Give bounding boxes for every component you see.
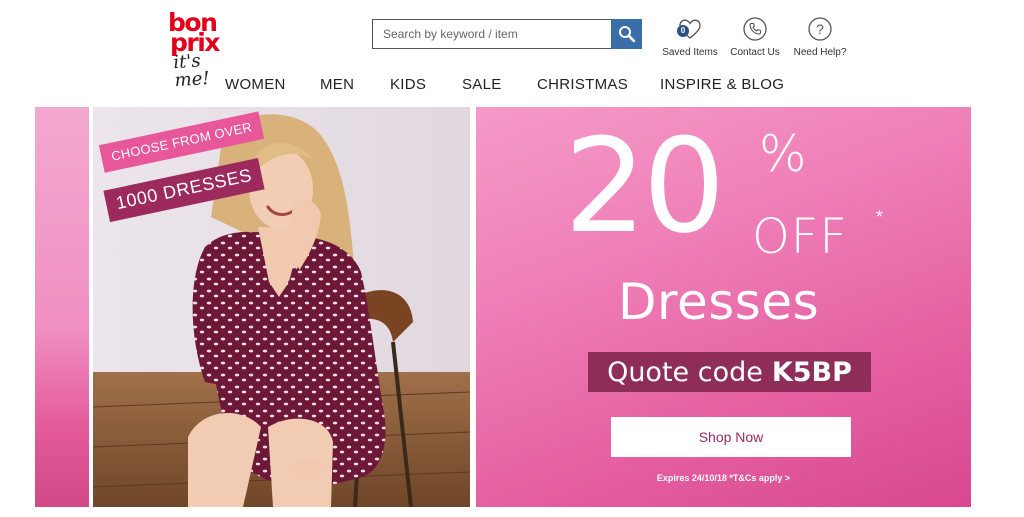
shop-now-button[interactable]: Shop Now	[611, 417, 851, 457]
model-illustration	[93, 107, 470, 507]
nav-women[interactable]: WOMEN	[225, 76, 286, 93]
quote-code-box: Quote code K5BP	[588, 352, 871, 392]
need-help-label: Need Help?	[793, 47, 847, 58]
search-icon	[618, 26, 635, 43]
nav-sale[interactable]: SALE	[462, 76, 502, 93]
discount-number: 20	[564, 110, 725, 262]
hero-banner[interactable]: CHOOSE FROM OVER 1000 DRESSES 20 % OFF *…	[35, 107, 971, 507]
phone-icon	[742, 16, 768, 42]
nav-men[interactable]: MEN	[320, 76, 354, 93]
need-help-link[interactable]: ? Need Help?	[788, 16, 852, 58]
quote-code-value: K5BP	[771, 356, 852, 388]
banner-side-strip	[35, 107, 89, 507]
quote-code-prefix: Quote code	[607, 356, 763, 388]
main-nav: WOMEN MEN KIDS SALE CHRISTMAS INSPIRE & …	[0, 76, 1024, 98]
discount-percent-sign: %	[759, 125, 807, 183]
nav-christmas[interactable]: CHRISTMAS	[537, 76, 628, 93]
search-bar	[372, 19, 642, 49]
saved-items-label: Saved Items	[662, 47, 718, 58]
svg-text:?: ?	[816, 21, 824, 37]
bonprix-logo[interactable]: bon prix it's me!	[160, 10, 240, 91]
terms-link[interactable]: Expires 24/10/18 *T&Cs apply >	[476, 473, 971, 483]
promo-panel: 20 % OFF * Dresses Quote code K5BP Shop …	[476, 107, 971, 507]
contact-us-label: Contact Us	[730, 47, 780, 58]
discount-asterisk: *	[876, 207, 884, 227]
model-photo: CHOOSE FROM OVER 1000 DRESSES	[93, 107, 470, 507]
search-button[interactable]	[611, 19, 642, 49]
saved-items-count-badge: 0	[677, 25, 689, 37]
help-icon: ?	[807, 16, 833, 42]
nav-inspire-blog[interactable]: INSPIRE & BLOG	[660, 76, 784, 93]
nav-kids[interactable]: KIDS	[390, 76, 426, 93]
heart-icon: 0	[677, 16, 703, 42]
saved-items-link[interactable]: 0 Saved Items	[658, 16, 722, 58]
discount-off-label: OFF	[752, 209, 848, 265]
contact-us-link[interactable]: Contact Us	[723, 16, 787, 58]
promo-category-title: Dresses	[618, 273, 820, 331]
search-input[interactable]	[373, 20, 613, 48]
